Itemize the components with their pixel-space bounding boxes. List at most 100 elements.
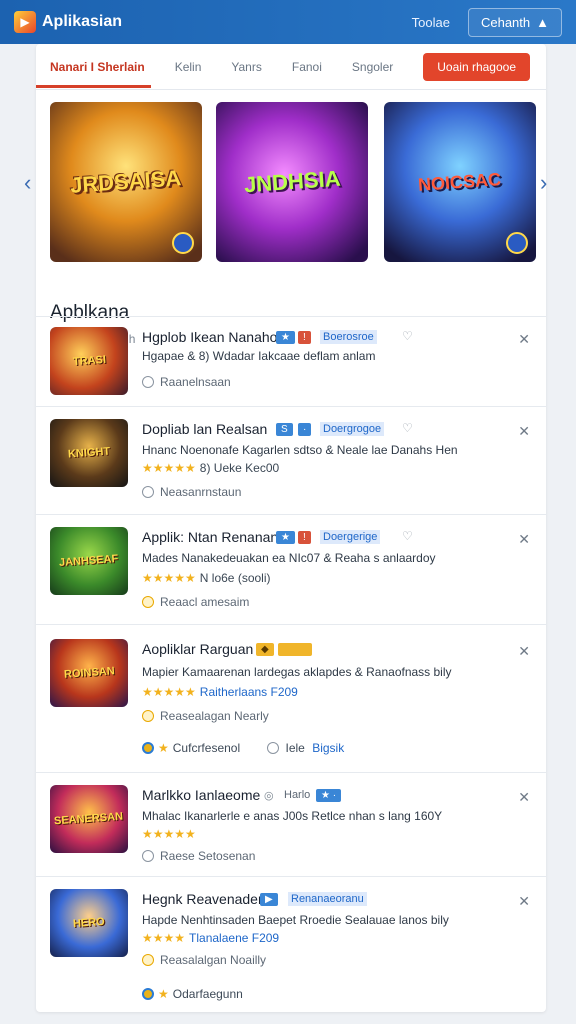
tag-badge xyxy=(278,643,312,656)
featured-banner[interactable]: JRDSAISA xyxy=(50,102,202,262)
app-meta: Reasealagan Nearly xyxy=(142,709,269,723)
tag-badge: · xyxy=(298,423,312,436)
app-icon: KNIGHT xyxy=(50,419,128,487)
heart-icon[interactable]: ♡ xyxy=(402,329,413,343)
tools-link[interactable]: Toolae xyxy=(412,15,450,30)
rating-text: N lo6e (sooli) xyxy=(199,571,271,585)
heart-icon[interactable]: ♡ xyxy=(402,421,413,435)
clock-icon: ◎ xyxy=(264,790,274,802)
list-item[interactable]: ROINSAN Aopliklar Rarguan ◆ Mapier Kamaa… xyxy=(36,624,546,772)
app-title: Aplikasian xyxy=(42,13,123,30)
tab-bar: Nanari I Sherlain Kelin Yanrs Fanoi Sngo… xyxy=(36,44,546,90)
list-item[interactable]: SEANERSAN Marlkko Ianlaeome ◎ Harlo ★ · … xyxy=(36,772,546,876)
app-description: Mapier Kamaarenan lardegas aklapdes & Ra… xyxy=(142,665,452,679)
app-icon-label: KNIGHT xyxy=(67,445,111,461)
app-icon-label: TRASI xyxy=(72,353,106,369)
app-meta-text: Reasealagan Nearly xyxy=(160,709,269,723)
tab-yanrs[interactable]: Yanrs xyxy=(231,60,261,74)
app-name: Hgplob Ikean Nanaho xyxy=(142,329,278,345)
list-item[interactable]: TRASI Hgplob Ikean Nanaho ★ ! Boerosroe … xyxy=(36,316,546,406)
banner-title: JNDHSIA xyxy=(242,165,342,198)
tab-main[interactable]: Nanari I Sherlain xyxy=(36,60,151,88)
close-icon[interactable]: ✕ xyxy=(518,789,530,806)
tag-badge: ★ · xyxy=(316,789,342,802)
tag-badge: ◆ xyxy=(256,643,274,656)
banner-title: NOICSAC xyxy=(417,168,503,195)
clock-icon xyxy=(267,742,280,754)
clock-icon xyxy=(142,486,154,498)
app-meta-text: Neasanrnstaun xyxy=(160,485,242,499)
app-icon-label: HERO xyxy=(72,915,106,931)
app-description: Hapde Nenhtinsaden Baepet Rroedie Sealau… xyxy=(142,913,449,927)
rating-stars: ★★★★★ Raitherlaans F209 xyxy=(142,685,298,699)
extra-left[interactable]: Cufcrfesenol xyxy=(173,741,240,755)
featured-carousel: JRDSAISA JNDHSIA NOICSAC xyxy=(36,96,546,276)
close-icon[interactable]: ✕ xyxy=(518,531,530,548)
close-icon[interactable]: ✕ xyxy=(518,423,530,440)
featured-banner[interactable]: JNDHSIA xyxy=(216,102,368,262)
app-icon: JANHSEAF xyxy=(50,527,128,595)
search-button-label: Cehanth xyxy=(480,14,531,30)
tab-sngoler[interactable]: Sngoler xyxy=(352,60,393,74)
app-meta: Reasalalgan Noailly xyxy=(142,953,266,967)
list-item[interactable]: JANHSEAF Applik: Ntan Renanan ★ ! Doerge… xyxy=(36,514,546,624)
download-button[interactable]: Uoain rhagooe xyxy=(423,53,530,81)
extra-left[interactable]: Odarfaegunn xyxy=(173,987,243,1001)
app-description: Hnanc Noenonafe Kagarlen sdtso & Neale l… xyxy=(142,443,458,457)
clock-icon xyxy=(142,376,154,388)
rating-text: Tlanalaene F209 xyxy=(189,931,280,945)
app-icon: ROINSAN xyxy=(50,639,128,707)
search-button[interactable]: Cehanth ▲ xyxy=(467,7,562,37)
tag-badge: ★ xyxy=(276,531,295,544)
tag-badge: ★ xyxy=(276,331,295,344)
list-item[interactable]: HERO Hegnk Reavenader ▶ Renanaeoranu Hap… xyxy=(36,876,546,1012)
app-name: Applik: Ntan Renanan xyxy=(142,529,279,545)
tag-badge: ! xyxy=(298,331,311,344)
app-icon-label: JANHSEAF xyxy=(58,552,119,570)
rating-stars: ★★★★ Tlanalaene F209 xyxy=(142,931,280,945)
clock-icon xyxy=(142,954,154,966)
app-description: Hgapae & 8) Wdadar Iakcaae deflam anlam xyxy=(142,349,376,363)
star-icon: ★ xyxy=(158,987,169,1001)
extra-row: ★ Odarfaegunn xyxy=(142,987,243,1001)
tag-text: Harlo xyxy=(284,789,311,801)
app-meta-text: Raanelnsaan xyxy=(160,375,231,389)
clock-icon xyxy=(142,710,154,722)
close-icon[interactable]: ✕ xyxy=(518,331,530,348)
app-meta: Raanelnsaan xyxy=(142,375,231,389)
app-meta-text: Reaacl amesaim xyxy=(160,595,250,609)
rating-stars: ★★★★★ xyxy=(142,827,196,841)
tab-fanoi[interactable]: Fanoi xyxy=(292,60,322,74)
tag-badge: ▶ xyxy=(260,893,278,906)
featured-banner[interactable]: NOICSAC xyxy=(384,102,536,262)
app-name: Marlkko Ianlaeome xyxy=(142,787,261,803)
extra-link[interactable]: Bigsik xyxy=(312,741,344,755)
app-name: Hegnk Reavenader xyxy=(142,891,263,907)
main-panel: Nanari I Sherlain Kelin Yanrs Fanoi Sngo… xyxy=(36,44,546,1012)
rating-stars: ★★★★★ 8) Ueke Kec00 xyxy=(142,461,280,475)
app-name: Aopliklar Rarguan xyxy=(142,641,254,657)
tag-badge: S xyxy=(276,423,293,436)
heart-icon[interactable]: ♡ xyxy=(402,529,413,543)
chevron-right-icon[interactable]: › xyxy=(540,170,547,196)
banner-title: JRDSAISA xyxy=(69,165,183,198)
coin-icon xyxy=(142,742,154,754)
rating-text: Raitherlaans F209 xyxy=(199,685,298,699)
tag-link[interactable]: Doergrogoe xyxy=(320,422,385,436)
extra-row: ★ Cufcrfesenol Iele Bigsik xyxy=(142,741,344,755)
tag-link[interactable]: Renanaeoranu xyxy=(288,892,367,906)
close-icon[interactable]: ✕ xyxy=(518,643,530,660)
app-meta: Neasanrnstaun xyxy=(142,485,241,499)
tab-kelin[interactable]: Kelin xyxy=(175,60,202,74)
chevron-left-icon[interactable]: ‹ xyxy=(24,170,31,196)
app-meta: Reaacl amesaim xyxy=(142,595,249,609)
top-bar: ▶ Aplikasian Toolae Cehanth ▲ xyxy=(0,0,576,44)
app-logo-icon[interactable]: ▶ xyxy=(14,11,36,33)
close-icon[interactable]: ✕ xyxy=(518,893,530,910)
tag-link[interactable]: Doergerige xyxy=(320,530,381,544)
tag-link[interactable]: Boerosroe xyxy=(320,330,377,344)
app-meta-text: Reasalalgan Noailly xyxy=(160,953,267,967)
rating-text: 8) Ueke Kec00 xyxy=(199,461,280,475)
rating-stars: ★★★★★ N lo6e (sooli) xyxy=(142,571,271,585)
list-item[interactable]: KNIGHT Dopliab lan Realsan S · Doergrogo… xyxy=(36,406,546,514)
